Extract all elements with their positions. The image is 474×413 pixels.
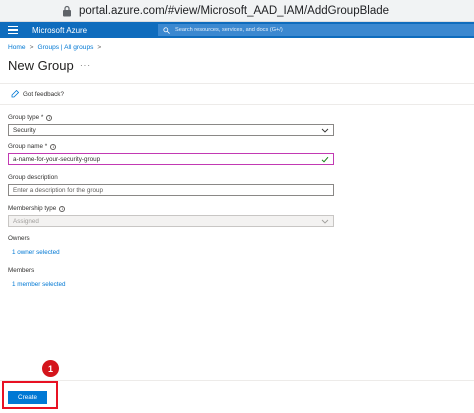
search-placeholder: Search resources, services, and docs (G+… bbox=[175, 27, 283, 33]
header-divider bbox=[0, 83, 474, 84]
membership-type-value: Assigned bbox=[13, 217, 39, 225]
info-icon[interactable]: i bbox=[50, 143, 57, 150]
brand-name[interactable]: Microsoft Azure bbox=[32, 26, 87, 35]
breadcrumb-home[interactable]: Home bbox=[8, 44, 26, 51]
search-input[interactable]: Search resources, services, and docs (G+… bbox=[158, 24, 474, 36]
group-description-input[interactable]: Enter a description for the group bbox=[8, 184, 334, 196]
footer-divider bbox=[0, 380, 474, 381]
menu-icon[interactable] bbox=[8, 26, 18, 34]
lock-icon bbox=[63, 5, 71, 16]
group-name-input[interactable]: a-name-for-your-security-group bbox=[8, 153, 334, 165]
checkmark-icon bbox=[321, 156, 329, 163]
info-icon[interactable]: i bbox=[46, 114, 53, 121]
membership-type-label-text: Membership type bbox=[8, 205, 57, 212]
highlight-box bbox=[2, 381, 58, 409]
members-label-text: Members bbox=[8, 267, 35, 274]
group-type-label: Group type * i bbox=[8, 114, 53, 121]
breadcrumb-groups[interactable]: Groups | All groups bbox=[37, 44, 93, 51]
search-icon bbox=[163, 26, 170, 34]
toolbar-divider bbox=[0, 104, 474, 105]
info-icon[interactable]: i bbox=[59, 205, 66, 212]
membership-type-select: Assigned bbox=[8, 215, 334, 227]
owners-label-text: Owners bbox=[8, 235, 30, 242]
group-name-label: Group name * i bbox=[8, 143, 57, 150]
azure-top-bar: Microsoft Azure Search resources, servic… bbox=[0, 22, 474, 38]
breadcrumb: Home > Groups | All groups > bbox=[8, 44, 101, 51]
step-badge: 1 bbox=[42, 360, 59, 377]
breadcrumb-separator: > bbox=[29, 44, 34, 51]
feedback-button[interactable]: Got feedback? bbox=[11, 90, 64, 98]
url-text[interactable]: portal.azure.com/#view/Microsoft_AAD_IAM… bbox=[79, 5, 389, 17]
owners-link[interactable]: 1 owner selected bbox=[12, 249, 60, 256]
feedback-label: Got feedback? bbox=[23, 90, 64, 98]
breadcrumb-separator: > bbox=[97, 44, 102, 51]
members-label: Members bbox=[8, 267, 34, 274]
group-description-label-text: Group description bbox=[8, 174, 58, 181]
browser-address-bar[interactable]: portal.azure.com/#view/Microsoft_AAD_IAM… bbox=[0, 0, 474, 22]
group-name-label-text: Group name * bbox=[8, 143, 48, 150]
members-link[interactable]: 1 member selected bbox=[12, 281, 66, 288]
group-description-placeholder: Enter a description for the group bbox=[13, 186, 103, 194]
feedback-icon bbox=[11, 90, 19, 98]
group-type-select[interactable]: Security bbox=[8, 124, 334, 136]
group-type-label-text: Group type * bbox=[8, 114, 44, 121]
group-name-value: a-name-for-your-security-group bbox=[13, 155, 101, 163]
group-description-label: Group description bbox=[8, 174, 58, 181]
membership-type-label: Membership type i bbox=[8, 205, 66, 212]
more-options-button[interactable]: ··· bbox=[80, 61, 91, 70]
group-type-value: Security bbox=[13, 126, 36, 134]
page-title: New Group bbox=[8, 58, 74, 73]
chevron-down-icon bbox=[321, 219, 329, 224]
owners-label: Owners bbox=[8, 235, 30, 242]
chevron-down-icon bbox=[321, 128, 329, 133]
